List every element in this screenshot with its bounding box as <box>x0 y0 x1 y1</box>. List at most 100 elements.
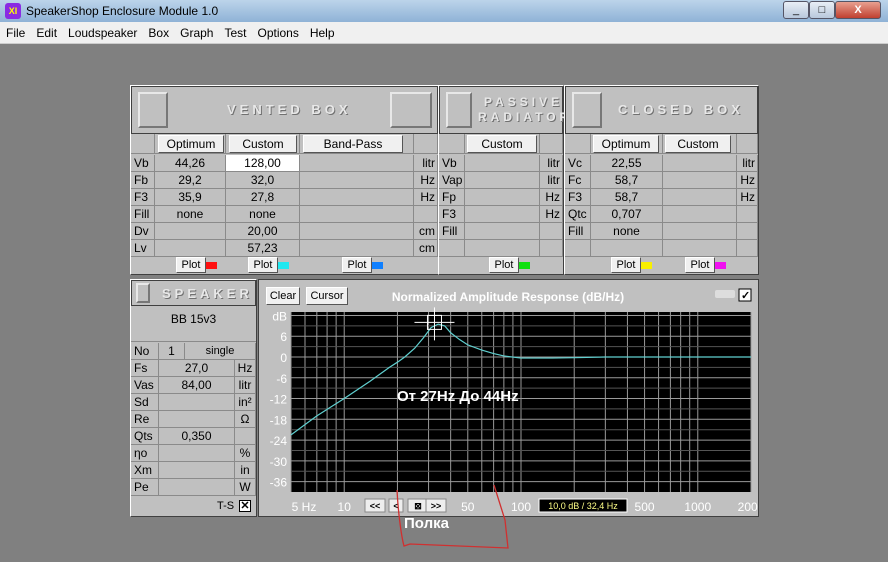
custom-value[interactable]: 27,8 <box>226 189 300 206</box>
optimum-value[interactable]: none <box>155 206 226 223</box>
nav-button-label[interactable]: >> <box>431 501 442 511</box>
row-label: Lv <box>131 240 155 257</box>
speaker-name[interactable]: BB 15v3 <box>131 308 256 342</box>
custom-value[interactable] <box>465 223 540 240</box>
optimum-value[interactable]: 35,9 <box>155 189 226 206</box>
column-cell <box>565 134 591 154</box>
custom-value[interactable]: 20,00 <box>226 223 300 240</box>
optimum-value[interactable]: none <box>591 223 663 240</box>
ts-checkbox[interactable]: ✕ <box>239 500 251 512</box>
menu-help[interactable]: Help <box>304 22 340 40</box>
closed-box-panel: CLOSED BOX Optimum Custom Vc 22,55 litr Fc 58,… <box>564 85 759 275</box>
menu-box[interactable]: Box <box>142 22 174 40</box>
optimum-value[interactable]: 0,707 <box>591 206 663 223</box>
menu-test[interactable]: Test <box>218 22 251 40</box>
optimum-value[interactable]: 58,7 <box>591 189 663 206</box>
bandpass-icon <box>390 92 432 128</box>
speaker-value[interactable] <box>159 411 235 428</box>
optimum-value[interactable]: 58,7 <box>591 172 663 189</box>
nav-button-label[interactable]: ⊠ <box>414 501 422 511</box>
custom-button[interactable]: Custom <box>665 135 731 153</box>
speaker-value[interactable] <box>159 462 235 479</box>
speaker-value[interactable] <box>159 445 235 462</box>
plot-button[interactable]: Plot <box>248 257 278 273</box>
speaker-value[interactable]: 27,0 <box>159 360 235 377</box>
custom-value[interactable] <box>663 189 737 206</box>
unit-label <box>235 428 256 445</box>
menu-edit[interactable]: Edit <box>30 22 62 40</box>
band-pass-value <box>300 240 414 257</box>
custom-value[interactable] <box>663 206 737 223</box>
unit-label: Hz <box>414 172 438 189</box>
plot-button[interactable]: Plot <box>685 257 715 273</box>
menu-graph[interactable]: Graph <box>174 22 218 40</box>
custom-value[interactable]: 32,0 <box>226 172 300 189</box>
unit-label <box>737 206 758 223</box>
y-tick-label: 0 <box>280 351 287 365</box>
custom-button[interactable]: Custom <box>467 135 537 153</box>
row-label: Vc <box>565 155 591 172</box>
custom-value[interactable] <box>465 240 540 257</box>
row-label <box>439 240 465 257</box>
vented-box-title: VENTED BOX <box>227 102 352 117</box>
optimum-button[interactable]: Optimum <box>593 135 659 153</box>
speaker-count[interactable]: 1 <box>159 343 185 360</box>
y-tick-label: -36 <box>270 476 288 490</box>
minimize-button[interactable]: _ <box>783 1 809 19</box>
mode-select[interactable]: single <box>185 343 256 360</box>
nav-button-label[interactable]: << <box>370 501 381 511</box>
band-pass-value <box>300 172 414 189</box>
custom-value[interactable] <box>663 223 737 240</box>
custom-value[interactable] <box>465 155 540 172</box>
unit-label: litr <box>235 377 256 394</box>
speaker-value[interactable] <box>159 479 235 496</box>
optimum-value[interactable]: 22,55 <box>591 155 663 172</box>
chart-title: Normalized Amplitude Response (dB/Hz) <box>392 290 624 304</box>
maximize-button[interactable]: □ <box>809 1 835 19</box>
car-icon[interactable] <box>715 290 735 298</box>
custom-value[interactable]: 57,23 <box>226 240 300 257</box>
menu-loudspeaker[interactable]: Loudspeaker <box>62 22 142 40</box>
plot-button[interactable]: Plot <box>342 257 372 273</box>
row-label: Vas <box>131 377 159 394</box>
optimum-value[interactable] <box>155 223 226 240</box>
plot-color-swatch <box>715 262 726 269</box>
custom-value[interactable] <box>465 206 540 223</box>
menu-options[interactable]: Options <box>251 22 303 40</box>
plot-color-swatch <box>372 262 383 269</box>
custom-value[interactable]: 128,00 <box>226 155 300 172</box>
unit-label: Ω <box>235 411 256 428</box>
row-label: Re <box>131 411 159 428</box>
optimum-value[interactable] <box>591 240 663 257</box>
custom-value[interactable] <box>465 172 540 189</box>
plot-button[interactable]: Plot <box>176 257 206 273</box>
optimum-value[interactable]: 29,2 <box>155 172 226 189</box>
speaker-value[interactable] <box>159 394 235 411</box>
y-tick-label: -6 <box>276 372 287 386</box>
custom-value[interactable] <box>663 155 737 172</box>
band-pass-value <box>300 155 414 172</box>
app-icon: XI <box>5 3 21 19</box>
annotation-text: От 27Hz До 44Hz <box>397 388 519 405</box>
custom-value[interactable]: none <box>226 206 300 223</box>
close-button[interactable]: X <box>835 1 881 19</box>
custom-button[interactable]: Custom <box>229 135 297 153</box>
optimum-value[interactable]: 44,26 <box>155 155 226 172</box>
band-pass-button[interactable]: Band-Pass <box>303 135 403 153</box>
amplitude-chart[interactable]: Normalized Amplitude Response (dB/Hz) ✓ dB… <box>258 280 758 560</box>
box-icon <box>572 92 602 128</box>
title-bar: XI SpeakerShop Enclosure Module 1.0 _ □ … <box>0 0 888 22</box>
plot-button[interactable]: Plot <box>611 257 641 273</box>
optimum-value[interactable] <box>155 240 226 257</box>
optimum-button[interactable]: Optimum <box>158 135 224 153</box>
row-label: Dv <box>131 223 155 240</box>
custom-value[interactable] <box>663 240 737 257</box>
row-label: F3 <box>439 206 465 223</box>
row-label: Pe <box>131 479 159 496</box>
plot-button[interactable]: Plot <box>489 257 519 273</box>
custom-value[interactable] <box>465 189 540 206</box>
menu-file[interactable]: File <box>0 22 30 40</box>
custom-value[interactable] <box>663 172 737 189</box>
speaker-value[interactable]: 84,00 <box>159 377 235 394</box>
speaker-value[interactable]: 0,350 <box>159 428 235 445</box>
